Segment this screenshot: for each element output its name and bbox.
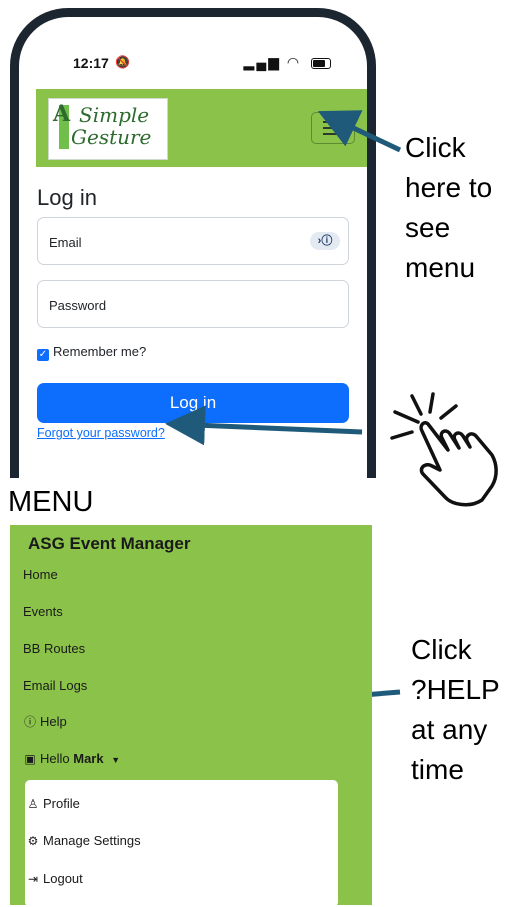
- menu-hint-line: see: [405, 212, 451, 243]
- logout-label: Logout: [43, 871, 83, 886]
- menu-hint-annotation: Click here to see menu: [405, 128, 492, 288]
- dropdown-item-manage-settings[interactable]: ⚙ Manage Settings: [26, 833, 141, 848]
- user-dropdown: ♙ Profile ⚙ Manage Settings ⇥ Logout: [25, 780, 338, 907]
- logout-icon: ⇥: [27, 872, 39, 886]
- menu-item-home[interactable]: Home: [23, 567, 58, 582]
- manage-settings-label: Manage Settings: [43, 833, 141, 848]
- menu-item-help[interactable]: ⓘ Help: [23, 713, 67, 730]
- help-hint-line: Click: [411, 634, 472, 665]
- menu-hint-line: Click: [405, 132, 466, 163]
- help-hint-line: ?HELP: [411, 674, 500, 705]
- user-greeting: Hello: [40, 751, 70, 766]
- user-menu-toggle[interactable]: ▣ Hello Mark ▼: [23, 751, 120, 766]
- dropdown-item-profile[interactable]: ♙ Profile: [26, 796, 80, 811]
- menu-item-help-label: Help: [40, 714, 67, 729]
- menu-heading: MENU: [8, 486, 94, 518]
- arrow-to-menu: [317, 110, 402, 153]
- help-circle-icon: ⓘ: [23, 715, 36, 729]
- menu-hint-line: here to: [405, 172, 493, 203]
- menu-item-email-logs[interactable]: Email Logs: [23, 678, 87, 693]
- dropdown-item-logout[interactable]: ⇥ Logout: [26, 871, 83, 886]
- user-name: Mark: [73, 751, 104, 766]
- hand-click-icon: [390, 392, 498, 507]
- menu-panel: ASG Event Manager Home Events BB Routes …: [10, 525, 372, 907]
- menu-item-events[interactable]: Events: [23, 604, 63, 619]
- menu-item-bb-routes[interactable]: BB Routes: [23, 641, 85, 656]
- help-hint-line: at any: [411, 714, 488, 745]
- menu-hint-line: menu: [405, 252, 476, 283]
- help-hint-line: time: [411, 754, 464, 785]
- user-badge-icon: ▣: [24, 752, 36, 766]
- caret-down-icon: ▼: [111, 755, 121, 765]
- person-gear-icon: ⚙: [27, 834, 39, 848]
- profile-label: Profile: [43, 796, 80, 811]
- arrow-to-forgot: [165, 405, 363, 446]
- person-icon: ♙: [27, 797, 39, 811]
- menu-brand[interactable]: ASG Event Manager: [28, 534, 191, 554]
- help-hint-annotation: Click ?HELP at any time: [411, 630, 500, 790]
